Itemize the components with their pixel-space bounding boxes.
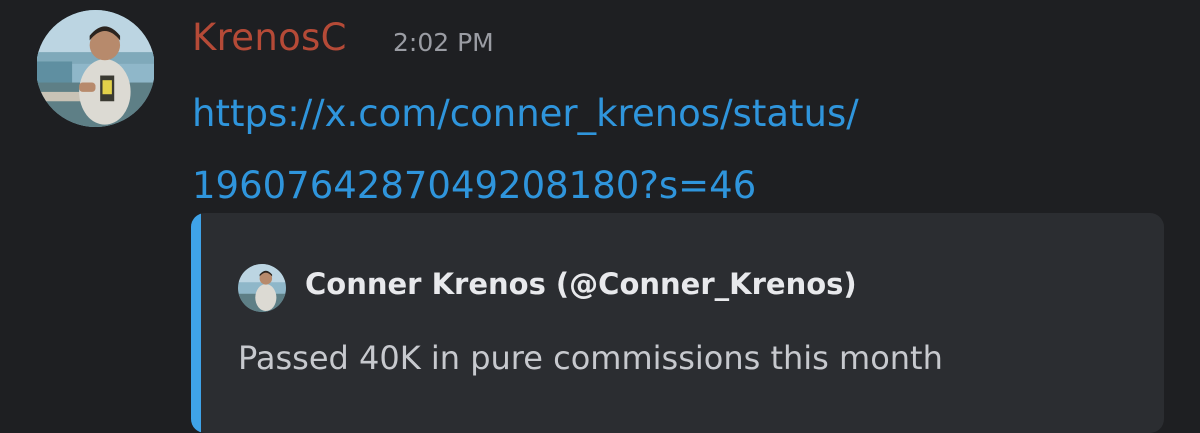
- message-link-line1: https://x.com/conner_krenos/status/: [192, 92, 859, 135]
- link-embed[interactable]: Conner Krenos (@Conner_Krenos) Passed 40…: [191, 213, 1164, 433]
- message-author[interactable]: KrenosC: [192, 16, 347, 60]
- embed-author-avatar: [238, 264, 286, 312]
- message-link-line2: 1960764287049208180?s=46: [192, 164, 757, 207]
- user-avatar[interactable]: [36, 10, 155, 127]
- message-link[interactable]: https://x.com/conner_krenos/status/ 1960…: [192, 78, 1172, 222]
- message-timestamp: 2:02 PM: [393, 28, 494, 57]
- embed-author-name[interactable]: Conner Krenos (@Conner_Krenos): [305, 267, 857, 302]
- embed-description: Passed 40K in pure commissions this mont…: [238, 339, 943, 377]
- embed-accent-bar: [191, 213, 201, 433]
- avatar-image: [37, 10, 154, 127]
- embed-avatar-image: [238, 264, 286, 312]
